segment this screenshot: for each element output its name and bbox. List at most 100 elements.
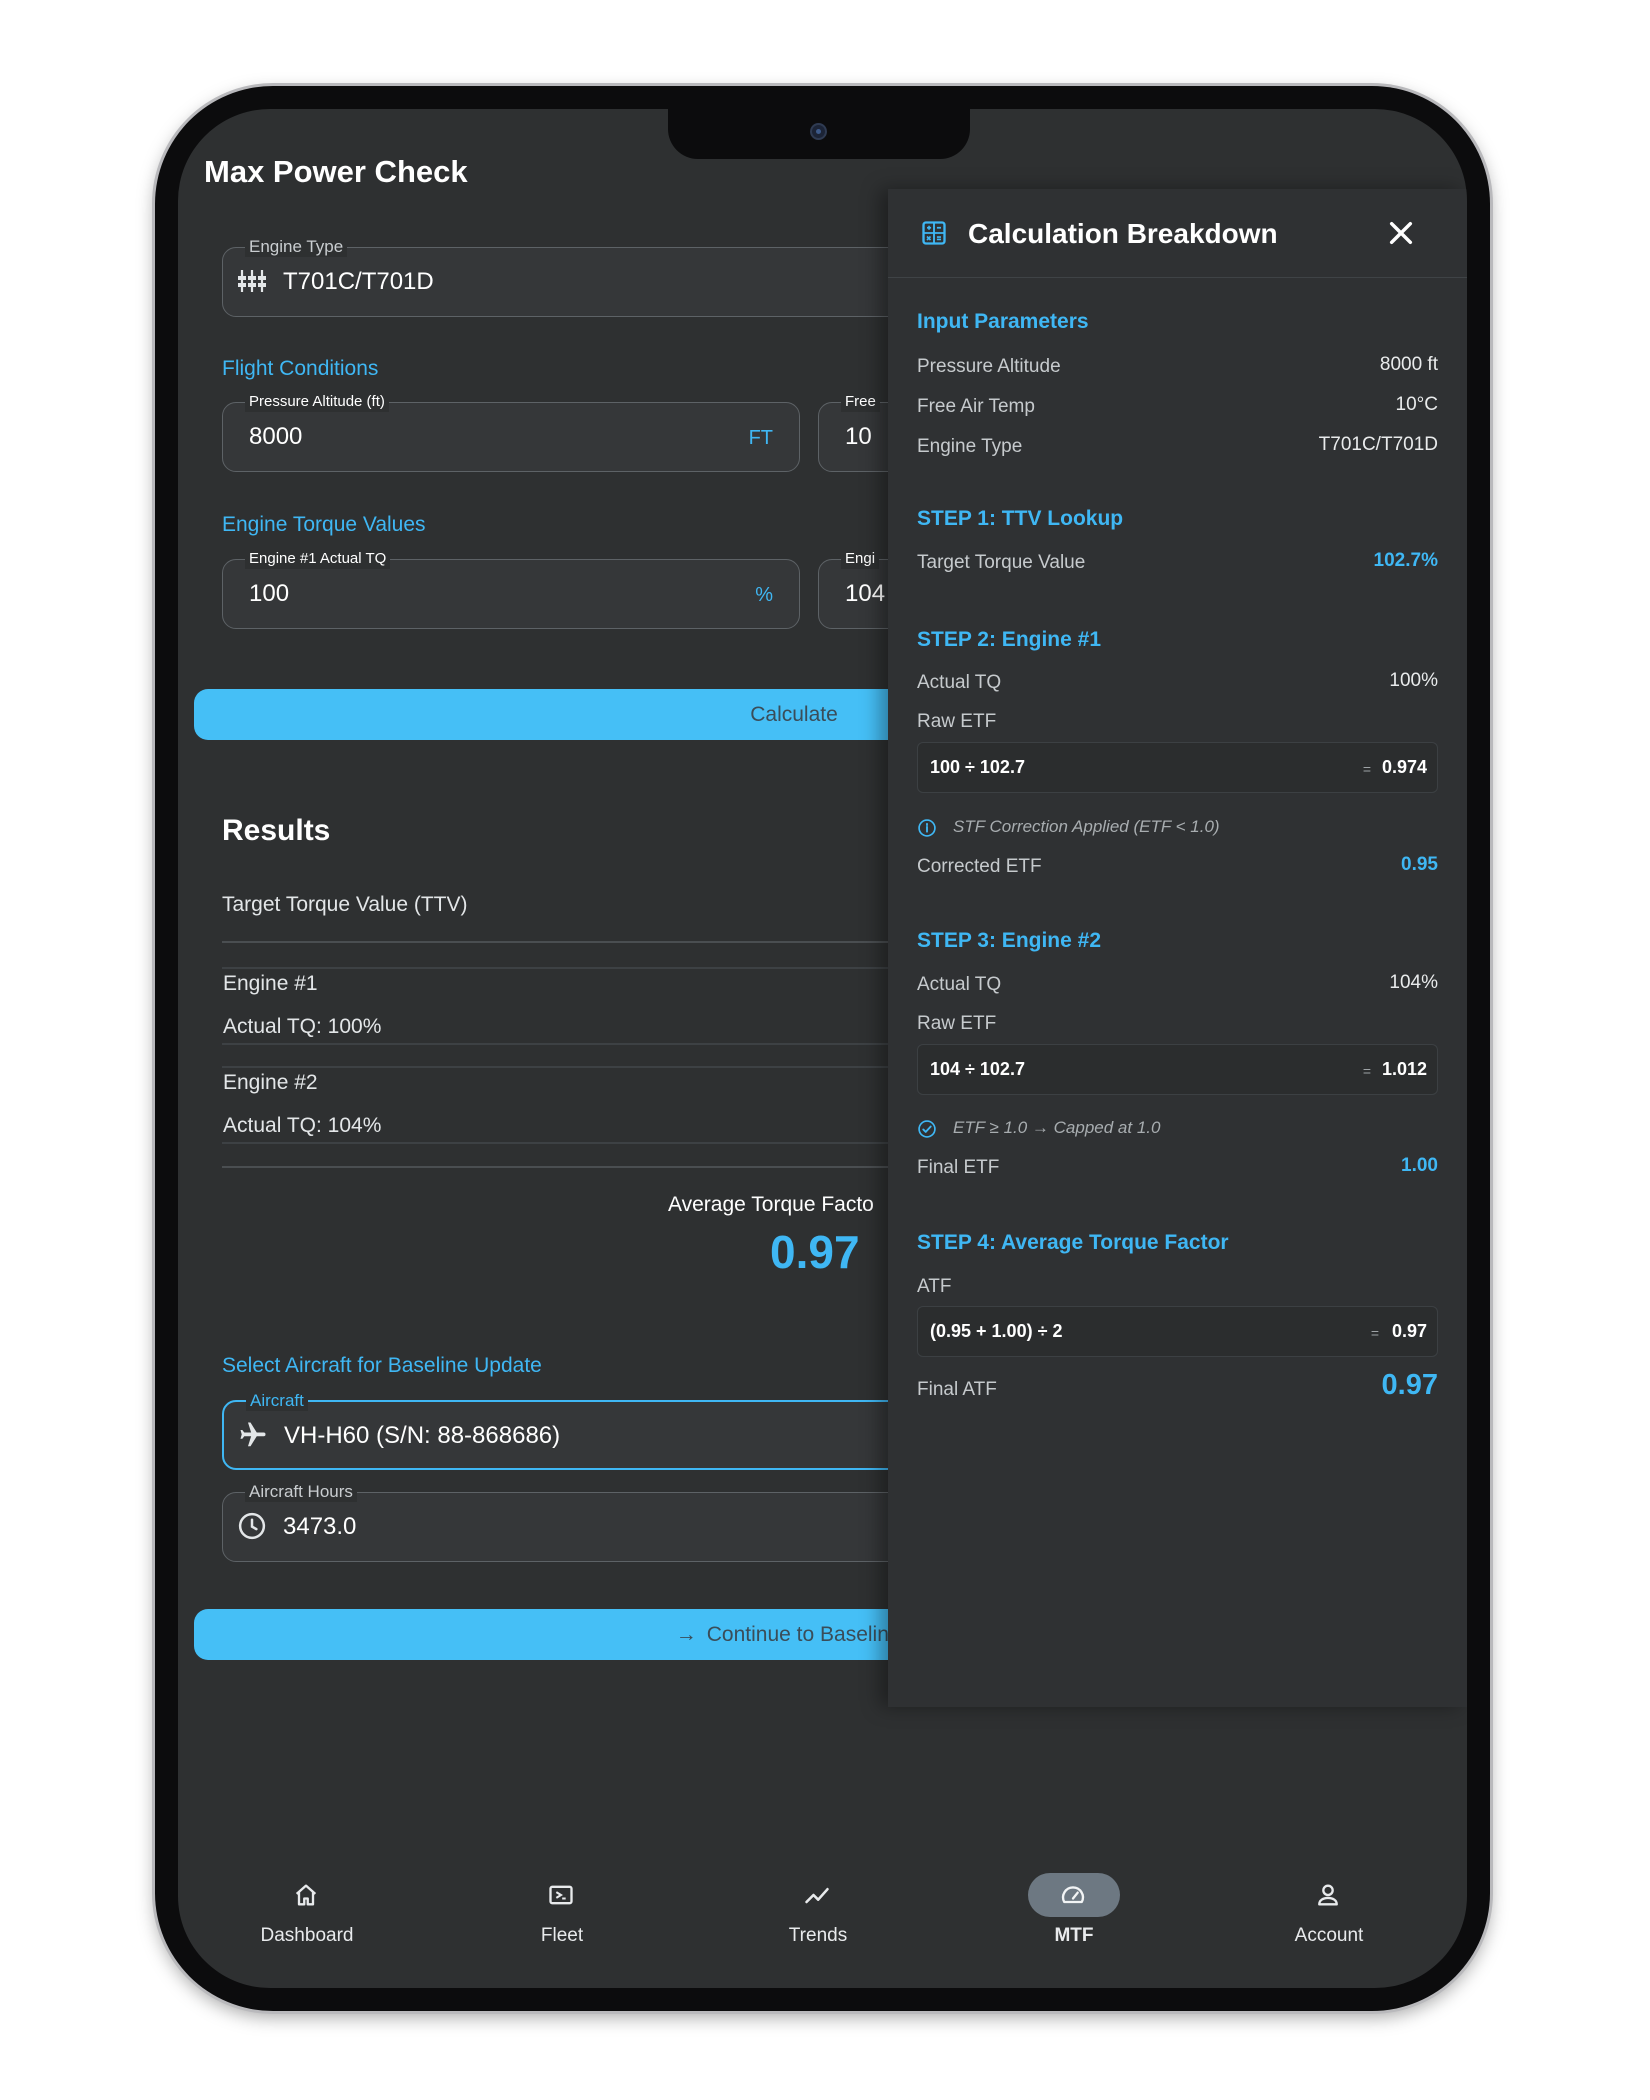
pressure-altitude-field[interactable]: Pressure Altitude (ft) 8000 FT	[222, 392, 800, 472]
results-bottom-divider	[222, 1166, 902, 1168]
step3-final-label: Final ETF	[917, 1157, 1000, 1178]
engine-icon	[238, 270, 266, 292]
nav-mtf[interactable]: MTF	[984, 1859, 1164, 1969]
step2-formula-text: 100 ÷ 102.7	[930, 757, 1025, 777]
step2-final-label: Corrected ETF	[917, 856, 1042, 877]
step4-formula-result: 0.97	[1391, 1321, 1427, 1341]
gauge-icon	[1061, 1886, 1085, 1904]
step3-final-value: 1.00	[1401, 1155, 1438, 1176]
result-engine1-name: Engine #1	[223, 972, 318, 995]
step1-label: Target Torque Value	[917, 552, 1086, 573]
nav-account-label: Account	[1294, 1925, 1364, 1946]
engine1-tq-label: Engine #1 Actual TQ	[245, 549, 391, 569]
input-params-title: Input Parameters	[917, 310, 1089, 333]
step3-raw-label: Raw ETF	[917, 1013, 997, 1034]
fleet-icon	[549, 1885, 573, 1905]
engine1-tq-unit: %	[755, 584, 773, 606]
step2-final-value: 0.95	[1401, 854, 1438, 875]
airplane-icon	[240, 1422, 266, 1447]
step3-formula: 104 ÷ 102.7 = 1.012	[917, 1044, 1438, 1095]
free-air-temp-label: Free	[841, 392, 880, 412]
aircraft-hours-field[interactable]: Aircraft Hours 3473.0	[222, 1482, 942, 1562]
tablet-device: Max Power Check Engine Type T701C/T701D …	[155, 86, 1490, 2011]
step3-formula-eq: =	[1362, 1063, 1371, 1079]
trends-icon	[805, 1887, 829, 1904]
account-icon	[1318, 1884, 1338, 1906]
clock-icon	[238, 1512, 266, 1540]
panel-header: Calculation Breakdown	[888, 189, 1467, 278]
input-row-value: 8000 ft	[1379, 354, 1438, 375]
engine1-tq-value: 100	[249, 580, 290, 607]
bottom-nav: Dashboard Fleet Trends MTF Account	[178, 1859, 1467, 1988]
nav-dashboard-label: Dashboard	[260, 1925, 354, 1946]
arrow-right-icon: →	[675, 1623, 697, 1646]
step1-title: STEP 1: TTV Lookup	[917, 507, 1124, 530]
screen: Max Power Check Engine Type T701C/T701D …	[178, 109, 1467, 1988]
aircraft-hours-value: 3473.0	[283, 1513, 357, 1540]
info-icon	[918, 819, 936, 837]
engine2-row-top	[222, 1066, 902, 1068]
input-row-value: T701C/T701D	[1318, 434, 1438, 455]
calculate-label: Calculate	[750, 703, 838, 726]
aircraft-label: Aircraft	[246, 1391, 308, 1411]
pressure-altitude-unit: FT	[748, 427, 773, 449]
result-engine2-actual: Actual TQ: 104%	[223, 1114, 382, 1137]
engine2-row-bottom	[222, 1142, 902, 1144]
step3-note-text: ETF ≥ 1.0 → Capped at 1.0	[953, 1118, 1161, 1137]
engine1-row-top	[222, 967, 902, 969]
step3-formula-text: 104 ÷ 102.7	[930, 1059, 1025, 1079]
result-engine1-actual: Actual TQ: 100%	[223, 1015, 382, 1038]
app-title: Max Power Check	[204, 154, 468, 189]
aircraft-hours-label: Aircraft Hours	[245, 1482, 357, 1502]
engine1-tq-field[interactable]: Engine #1 Actual TQ 100 %	[222, 549, 800, 629]
aircraft-select[interactable]: Aircraft VH-H60 (S/N: 88-868686)	[222, 1391, 942, 1470]
engine-type-select[interactable]: Engine Type T701C/T701D	[222, 237, 942, 317]
results-divider	[222, 941, 902, 943]
step4-formula-eq: =	[1370, 1325, 1379, 1341]
calculation-breakdown-panel: Calculation Breakdown Input Parameters P…	[888, 189, 1467, 1707]
step1-value: 102.7%	[1373, 550, 1438, 571]
step4-final-label: Final ATF	[917, 1379, 997, 1400]
camera-notch	[668, 109, 970, 159]
camera-icon	[810, 123, 827, 140]
step2-raw-label: Raw ETF	[917, 711, 997, 732]
nav-account[interactable]: Account	[1239, 1859, 1419, 1969]
ttv-label: Target Torque Value (TTV)	[222, 893, 468, 916]
atf-value: 0.97	[770, 1226, 860, 1278]
engine-type-value: T701C/T701D	[283, 268, 434, 295]
step4-final-value: 0.97	[1381, 1369, 1438, 1401]
step3-actual-label: Actual TQ	[917, 974, 1002, 995]
input-row-value: 10°C	[1395, 394, 1438, 415]
atf-label: Average Torque Facto	[668, 1193, 874, 1216]
close-icon[interactable]	[1385, 217, 1417, 249]
step2-actual-label: Actual TQ	[917, 672, 1002, 693]
nav-mtf-label: MTF	[1054, 1925, 1094, 1946]
input-row-label: Free Air Temp	[917, 396, 1035, 417]
step2-title: STEP 2: Engine #1	[917, 628, 1102, 651]
calculator-icon	[922, 221, 946, 245]
nav-trends[interactable]: Trends	[728, 1859, 908, 1969]
step2-formula-eq: =	[1362, 761, 1371, 777]
pressure-altitude-label: Pressure Altitude (ft)	[245, 392, 389, 412]
step2-note-text: STF Correction Applied (ETF < 1.0)	[953, 817, 1220, 836]
engine2-tq-value: 104	[845, 580, 886, 607]
step3-title: STEP 3: Engine #2	[917, 929, 1102, 952]
result-engine2-name: Engine #2	[223, 1071, 318, 1094]
nav-fleet-label: Fleet	[540, 1925, 584, 1946]
free-air-temp-value: 10	[845, 423, 872, 450]
pressure-altitude-value: 8000	[249, 423, 303, 450]
step3-formula-result: 1.012	[1381, 1059, 1427, 1079]
check-circle-icon	[918, 1120, 936, 1138]
home-icon	[295, 1884, 317, 1906]
step2-actual-value: 100%	[1389, 670, 1438, 691]
baseline-title: Select Aircraft for Baseline Update	[222, 1354, 542, 1377]
nav-trends-label: Trends	[788, 1925, 848, 1946]
nav-dashboard[interactable]: Dashboard	[217, 1859, 397, 1969]
flight-conditions-title: Flight Conditions	[222, 357, 379, 380]
nav-fleet[interactable]: Fleet	[472, 1859, 652, 1969]
input-row-label: Pressure Altitude	[917, 356, 1061, 377]
step2-formula-result: 0.974	[1381, 757, 1427, 777]
panel-title: Calculation Breakdown	[968, 218, 1278, 249]
engine2-tq-label: Engi	[841, 549, 880, 569]
step2-formula: 100 ÷ 102.7 = 0.974	[917, 742, 1438, 793]
